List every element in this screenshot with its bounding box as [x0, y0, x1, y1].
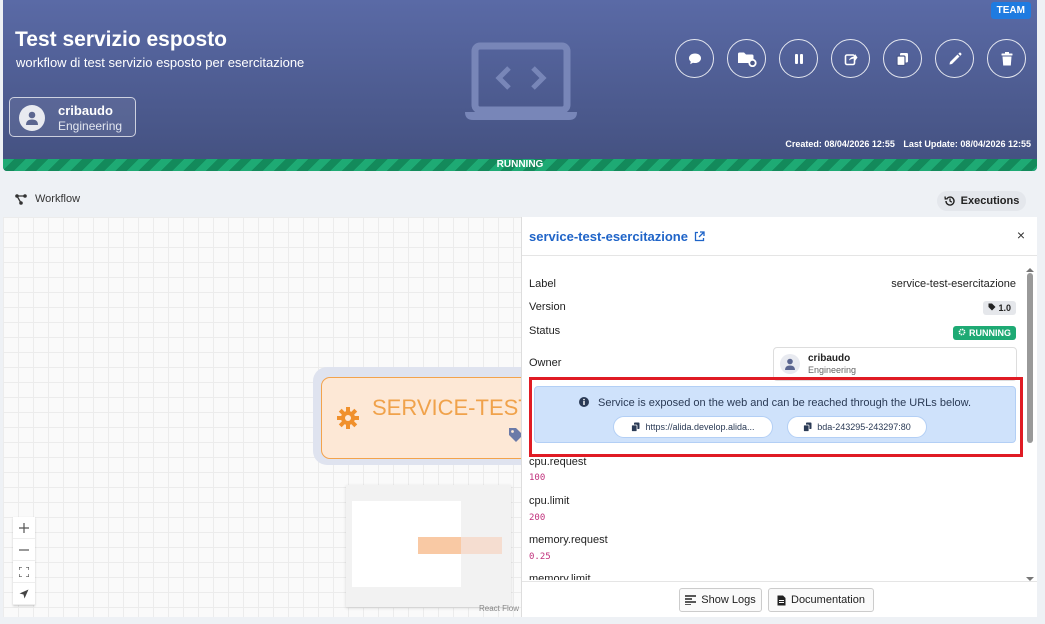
field-label-value: service-test-esercitazione [891, 278, 1016, 290]
fit-view-button[interactable] [13, 561, 35, 583]
document-icon [777, 595, 786, 605]
owner-card[interactable]: cribaudo Engineering [9, 97, 136, 137]
folder-settings-icon [737, 52, 757, 67]
copy-button[interactable] [883, 39, 922, 78]
edit-icon [949, 51, 962, 64]
user-icon [785, 358, 795, 370]
status-value: RUNNING [969, 328, 1011, 338]
field-version-key: Version [529, 301, 566, 313]
dates: Created: 08/04/2026 12:55 Last Update: 0… [779, 139, 1031, 149]
gear-icon [959, 328, 966, 336]
status-progress-bar: RUNNING [3, 159, 1037, 171]
header-actions [675, 39, 1026, 78]
field-status-key: Status [529, 325, 561, 337]
copy-icon [896, 52, 908, 66]
logs-icon [685, 595, 697, 605]
scrollbar-thumb[interactable] [1027, 273, 1033, 443]
history-icon [944, 196, 955, 206]
param-key: memory.limit [529, 573, 591, 580]
workflow-label-text: Workflow [35, 193, 81, 205]
documentation-button[interactable]: Documentation [768, 588, 874, 612]
edit-button[interactable] [935, 39, 974, 78]
workflow-section-label: Workflow [15, 193, 80, 205]
laptop-code-icon [465, 42, 577, 120]
minus-icon [19, 548, 29, 551]
panel-title: service-test-esercitazione [529, 229, 688, 244]
comment-button[interactable] [675, 39, 714, 78]
owner-team: Engineering [808, 365, 857, 375]
delete-button[interactable] [987, 39, 1026, 78]
version-badge: 1.0 [982, 301, 1016, 315]
navigate-icon [19, 589, 29, 598]
share-button[interactable] [831, 39, 870, 78]
param-key: cpu.request [529, 456, 587, 468]
pause-button[interactable] [779, 39, 818, 78]
documentation-label: Documentation [791, 594, 865, 606]
zoom-out-button[interactable] [13, 539, 35, 561]
close-icon[interactable]: × [1017, 227, 1025, 243]
pause-icon [794, 53, 803, 64]
avatar [780, 354, 800, 374]
tag-icon [509, 428, 521, 442]
zoom-controls [13, 517, 35, 605]
highlight-box [529, 377, 1023, 457]
owner-team: Engineering [58, 119, 123, 133]
avatar [19, 105, 45, 131]
workflow-node-service[interactable]: SERVICE-TEST- [321, 377, 521, 459]
param-key: cpu.limit [529, 495, 570, 507]
node-label: SERVICE-TEST- [372, 395, 521, 420]
owner-name: cribaudo [808, 353, 851, 364]
page-title: Test servizio esposto [15, 28, 228, 51]
comment-icon [688, 53, 701, 64]
interactivity-button[interactable] [13, 583, 35, 605]
param-value: 100 [529, 473, 546, 483]
updated-date: Last Update: 08/04/2026 12:55 [903, 139, 1031, 149]
param-value: 0.25 [529, 552, 551, 562]
created-date: Created: 08/04/2026 12:55 [785, 139, 895, 149]
trash-icon [1001, 51, 1012, 65]
workflow-canvas[interactable]: SERVICE-TEST- React Flow [3, 217, 521, 617]
version-value: 1.0 [998, 303, 1011, 313]
field-owner-key: Owner [529, 357, 562, 369]
team-badge: TEAM [990, 2, 1031, 19]
external-link-icon [694, 231, 705, 242]
react-flow-attribution[interactable]: React Flow [479, 604, 519, 613]
show-logs-button[interactable]: Show Logs [679, 588, 762, 612]
owner-chip[interactable]: cribaudo Engineering [773, 347, 1017, 381]
minimap[interactable] [346, 485, 511, 607]
owner-name: cribaudo [58, 103, 113, 118]
workflow-header: TEAM Test servizio esposto workflow di t… [3, 0, 1037, 171]
panel-scrollbar[interactable] [1025, 268, 1035, 581]
zoom-in-button[interactable] [13, 517, 35, 539]
panel-footer: Show Logs Documentation [522, 581, 1037, 617]
minimap-node-overflow [461, 537, 502, 554]
folder-settings-button[interactable] [727, 39, 766, 78]
plus-icon [19, 522, 29, 533]
user-icon [26, 111, 38, 125]
param-key: memory.request [529, 534, 608, 546]
executions-button[interactable]: Executions [937, 191, 1026, 211]
fit-view-icon [19, 566, 29, 577]
panel-header: service-test-esercitazione × [522, 217, 1037, 256]
field-label-key: Label [529, 278, 556, 290]
panel-title-link[interactable]: service-test-esercitazione [529, 229, 705, 244]
status-badge: RUNNING [953, 326, 1016, 340]
tag-icon [988, 303, 996, 311]
gear-icon [337, 407, 359, 429]
page-subtitle: workflow di test servizio esposto per es… [16, 55, 305, 70]
param-value: 200 [529, 513, 546, 523]
share-icon [844, 53, 857, 65]
executions-label: Executions [960, 195, 1020, 207]
workflow-icon [15, 193, 27, 205]
show-logs-label: Show Logs [701, 594, 756, 606]
